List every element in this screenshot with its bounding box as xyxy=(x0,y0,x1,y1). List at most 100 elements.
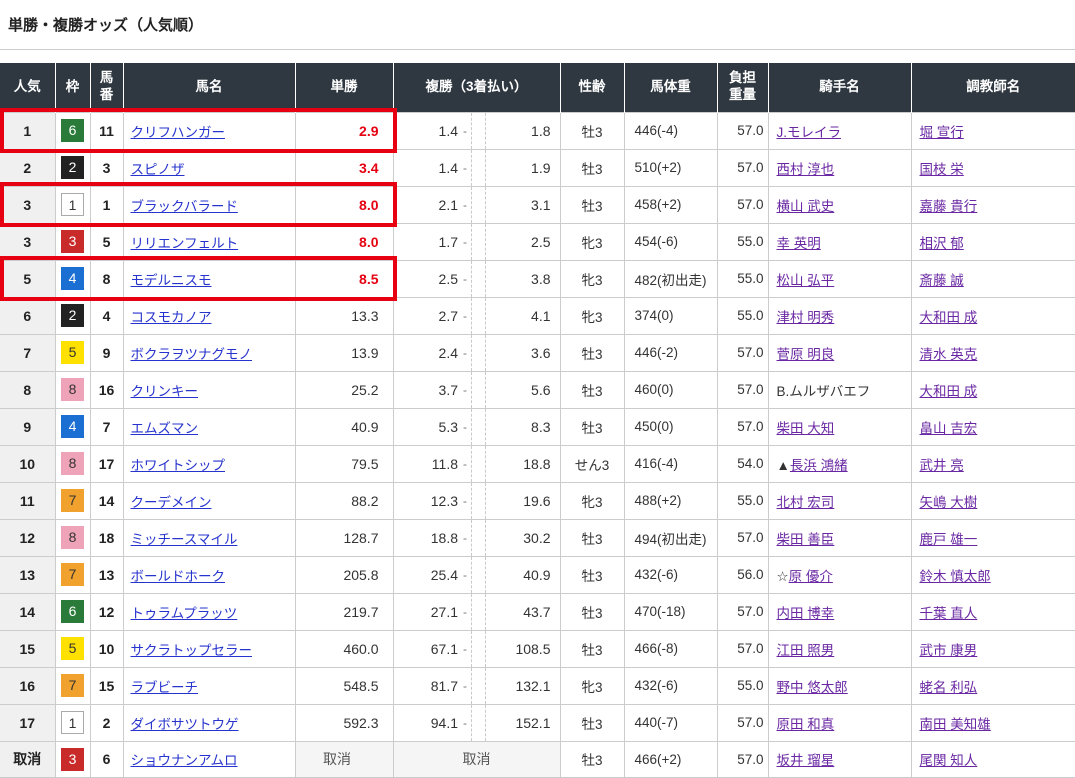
sex-age-cell: 牡3 xyxy=(560,408,624,445)
horse-name-link[interactable]: ブラックバラード xyxy=(131,199,238,214)
horse-name-link[interactable]: ボクラヲツナグモノ xyxy=(131,347,253,362)
horse-name-cell: クリフハンガー xyxy=(123,112,295,149)
bracket-badge: 7 xyxy=(61,563,84,586)
trainer-cell: 尾関 知人 xyxy=(911,741,1075,778)
jockey-link[interactable]: 原田 和真 xyxy=(777,717,835,732)
jockey-mark: ▲ xyxy=(777,458,790,473)
jockey-link[interactable]: 北村 宏司 xyxy=(777,495,835,510)
horse-name-link[interactable]: コスモカノア xyxy=(131,310,212,325)
horse-weight-cell: 446(-2) xyxy=(624,334,717,371)
trainer-link[interactable]: 矢嶋 大樹 xyxy=(920,495,978,510)
place-odds-high: 108.5 xyxy=(486,641,560,657)
place-odds-low: 5.3 xyxy=(394,419,464,435)
horse-number-cell: 13 xyxy=(90,556,123,593)
trainer-link[interactable]: 武市 康男 xyxy=(920,643,978,658)
sex-age-cell: 牡3 xyxy=(560,371,624,408)
carry-weight-cell: 57.0 xyxy=(717,371,768,408)
horse-name-link[interactable]: ショウナンアムロ xyxy=(131,753,238,768)
horse-name-link[interactable]: スピノザ xyxy=(131,162,185,177)
win-odds-cell: 219.7 xyxy=(295,593,393,630)
horse-name-link[interactable]: ダイボサツトウゲ xyxy=(131,717,239,732)
column-header-bracket: 枠 xyxy=(55,63,90,112)
jockey-link[interactable]: 横山 武史 xyxy=(777,199,835,214)
carry-weight-cell: 57.0 xyxy=(717,519,768,556)
trainer-link[interactable]: 大和田 成 xyxy=(920,310,978,325)
jockey-link[interactable]: 長浜 鴻緒 xyxy=(790,458,848,473)
carry-weight-cell: 54.0 xyxy=(717,445,768,482)
trainer-link[interactable]: 千葉 直人 xyxy=(920,606,978,621)
horse-weight-cell: 432(-6) xyxy=(624,667,717,704)
place-odds-high: 40.9 xyxy=(486,567,560,583)
jockey-link[interactable]: 原 優介 xyxy=(789,569,833,584)
place-odds-divider xyxy=(471,446,486,482)
trainer-link[interactable]: 大和田 成 xyxy=(920,384,978,399)
column-header-win-odds: 単勝 xyxy=(295,63,393,112)
jockey-link[interactable]: 内田 博幸 xyxy=(777,606,835,621)
trainer-link[interactable]: 蛯名 利弘 xyxy=(920,680,978,695)
horse-number-cell: 2 xyxy=(90,704,123,741)
place-odds-low: 11.8 xyxy=(394,456,464,472)
trainer-link[interactable]: 国枝 栄 xyxy=(920,162,964,177)
horse-number-cell: 3 xyxy=(90,149,123,186)
table-row: 3 3 5 リリエンフェルト 8.0 1.7-2.5 牝3 454(-6) 55… xyxy=(0,223,1075,260)
trainer-link[interactable]: 斎藤 誠 xyxy=(920,273,964,288)
horse-name-link[interactable]: ミッチースマイル xyxy=(131,532,238,547)
jockey-cell: 幸 英明 xyxy=(768,223,911,260)
jockey-link: B.ムルザバエフ xyxy=(777,384,871,399)
horse-name-link[interactable]: モデルニスモ xyxy=(131,273,212,288)
rank-cell: 14 xyxy=(0,593,55,630)
horse-name-link[interactable]: クーデメイン xyxy=(131,495,212,510)
place-odds-divider xyxy=(471,594,486,630)
horse-name-link[interactable]: リリエンフェルト xyxy=(131,236,239,251)
column-header-trainer: 調教師名 xyxy=(911,63,1075,112)
jockey-link[interactable]: 西村 淳也 xyxy=(777,162,835,177)
trainer-link[interactable]: 相沢 郁 xyxy=(920,236,964,251)
horse-name-link[interactable]: クリンキー xyxy=(131,384,199,399)
horse-name-cell: リリエンフェルト xyxy=(123,223,295,260)
trainer-link[interactable]: 南田 美知雄 xyxy=(920,717,991,732)
jockey-link[interactable]: 野中 悠太郎 xyxy=(777,680,848,695)
horse-name-link[interactable]: ホワイトシップ xyxy=(131,458,226,473)
bracket-cell: 2 xyxy=(55,149,90,186)
rank-cell: 9 xyxy=(0,408,55,445)
jockey-link[interactable]: 坂井 瑠星 xyxy=(777,753,835,768)
horse-name-cell: エムズマン xyxy=(123,408,295,445)
jockey-link[interactable]: 津村 明秀 xyxy=(777,310,835,325)
table-row: 7 5 9 ボクラヲツナグモノ 13.9 2.4-3.6 牡3 446(-2) … xyxy=(0,334,1075,371)
horse-name-link[interactable]: ラブビーチ xyxy=(131,680,199,695)
carry-weight-cell: 55.0 xyxy=(717,667,768,704)
trainer-link[interactable]: 武井 亮 xyxy=(920,458,964,473)
trainer-link[interactable]: 清水 英克 xyxy=(920,347,978,362)
rank-cell: 15 xyxy=(0,630,55,667)
place-odds-divider xyxy=(471,150,486,186)
jockey-link[interactable]: 幸 英明 xyxy=(777,236,821,251)
place-odds-high: 1.8 xyxy=(486,123,560,139)
horse-name-link[interactable]: エムズマン xyxy=(131,421,199,436)
trainer-link[interactable]: 畠山 吉宏 xyxy=(920,421,978,436)
table-row: 14 6 12 トゥラムプラッツ 219.7 27.1-43.7 牡3 470(… xyxy=(0,593,1075,630)
jockey-link[interactable]: 江田 照男 xyxy=(777,643,835,658)
trainer-link[interactable]: 鈴木 慎太郎 xyxy=(920,569,991,584)
horse-weight-cell: 374(0) xyxy=(624,297,717,334)
jockey-link[interactable]: J.モレイラ xyxy=(777,125,842,140)
sex-age-cell: 牡3 xyxy=(560,630,624,667)
horse-name-link[interactable]: サクラトップセラー xyxy=(131,643,253,658)
horse-weight-cell: 488(+2) xyxy=(624,482,717,519)
jockey-link[interactable]: 柴田 善臣 xyxy=(777,532,835,547)
place-odds-range: 94.1-152.1 xyxy=(394,705,560,741)
trainer-link[interactable]: 鹿戸 雄一 xyxy=(920,532,978,547)
horse-name-link[interactable]: トゥラムプラッツ xyxy=(131,606,238,621)
trainer-link[interactable]: 堀 宣行 xyxy=(920,125,964,140)
jockey-link[interactable]: 松山 弘平 xyxy=(777,273,835,288)
horse-name-link[interactable]: ボールドホーク xyxy=(131,569,226,584)
trainer-link[interactable]: 嘉藤 貴行 xyxy=(920,199,978,214)
place-odds-low: 25.4 xyxy=(394,567,464,583)
trainer-cell: 畠山 吉宏 xyxy=(911,408,1075,445)
horse-name-link[interactable]: クリフハンガー xyxy=(131,125,226,140)
bracket-cell: 8 xyxy=(55,371,90,408)
horse-weight-cell: 470(-18) xyxy=(624,593,717,630)
bracket-badge: 3 xyxy=(61,230,84,253)
jockey-link[interactable]: 柴田 大知 xyxy=(777,421,835,436)
jockey-link[interactable]: 菅原 明良 xyxy=(777,347,835,362)
trainer-link[interactable]: 尾関 知人 xyxy=(920,753,978,768)
